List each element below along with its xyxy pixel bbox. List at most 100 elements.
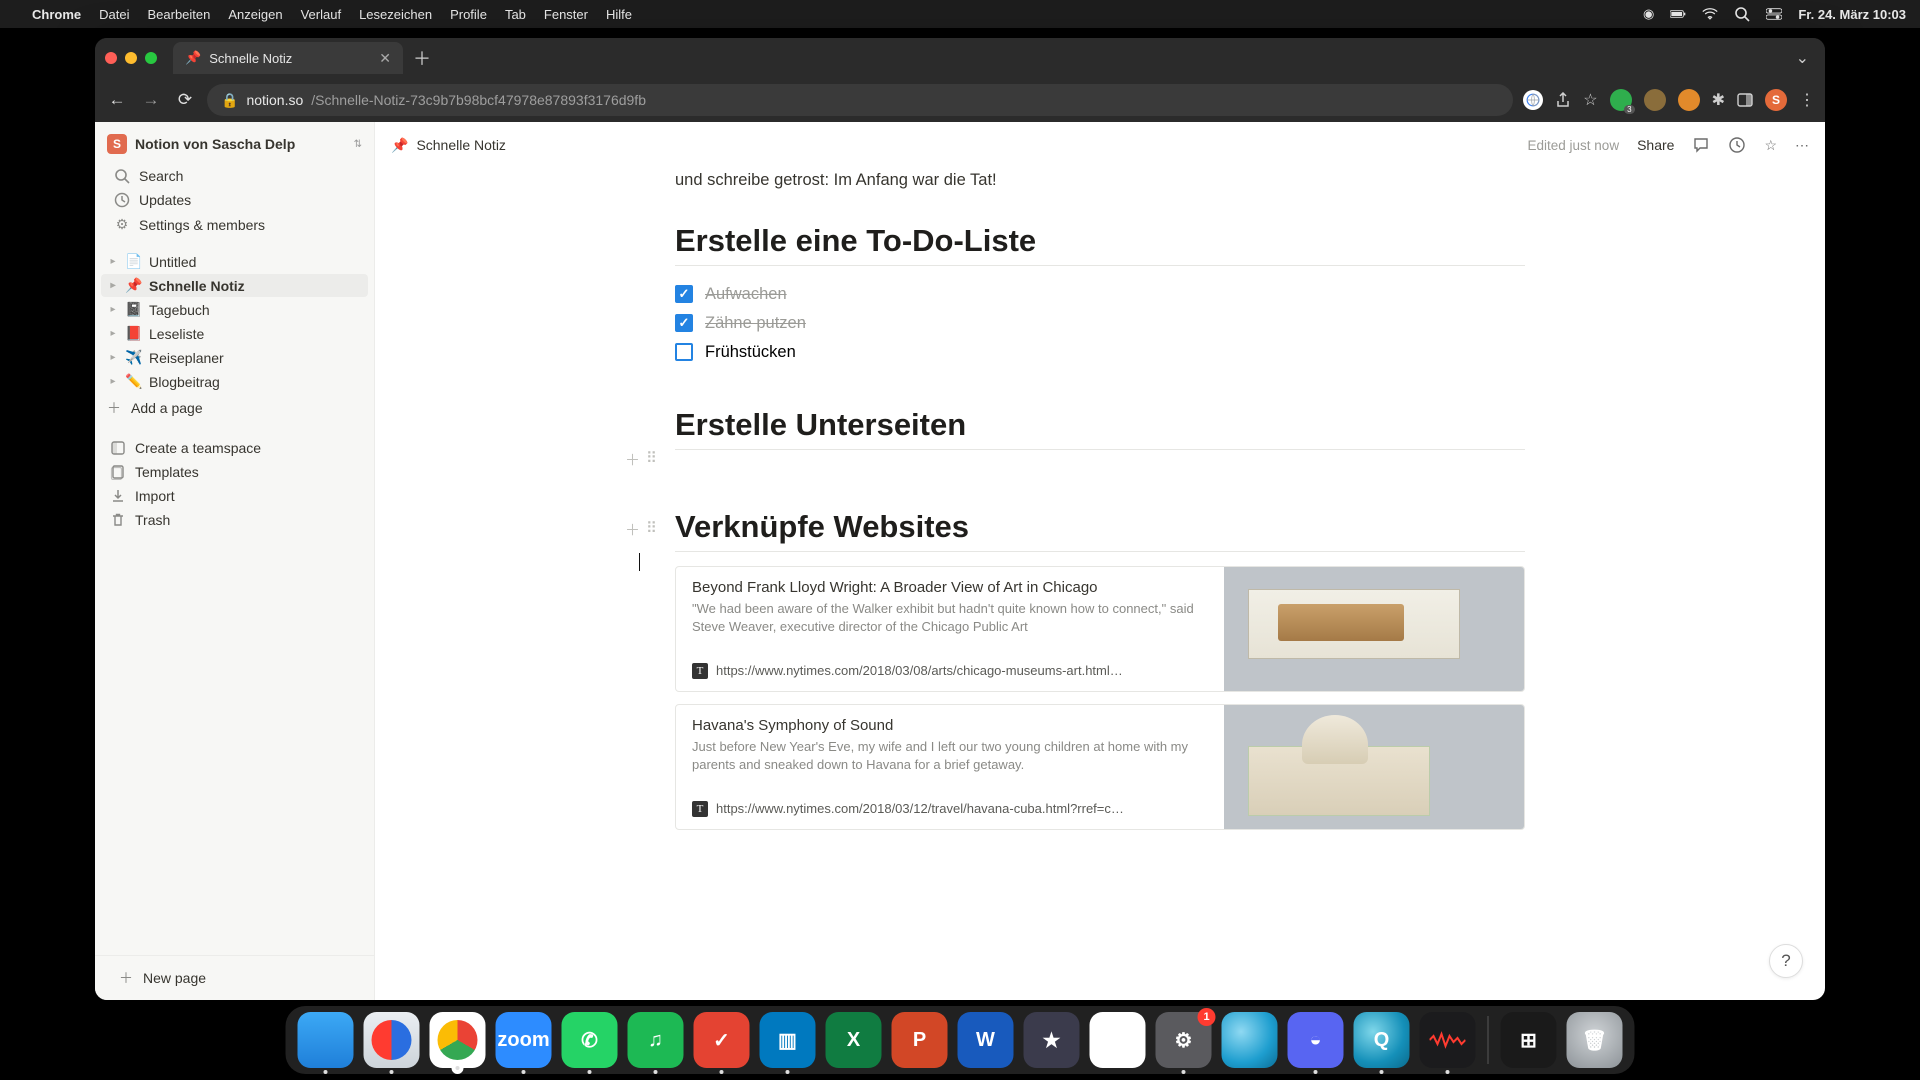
window-close-button[interactable] bbox=[105, 52, 117, 64]
dock-app-todoist[interactable]: ✓ bbox=[694, 1012, 750, 1068]
sidebar-page-untitled[interactable]: ▸ 📄 Untitled bbox=[101, 250, 368, 273]
dock-app-settings[interactable]: ⚙1 bbox=[1156, 1012, 1212, 1068]
dock-app-misc[interactable]: ⊞ bbox=[1501, 1012, 1557, 1068]
tab-close-button[interactable]: ✕ bbox=[379, 50, 391, 67]
web-bookmark[interactable]: Havana's Symphony of Sound Just before N… bbox=[675, 704, 1525, 830]
battery-icon[interactable] bbox=[1670, 6, 1686, 22]
todo-label[interactable]: Zähne putzen bbox=[705, 314, 806, 333]
notion-page-body[interactable]: und schreibe getrost: Im Anfang war die … bbox=[375, 168, 1825, 1000]
add-block-icon[interactable]: ＋ bbox=[625, 519, 640, 540]
add-block-icon[interactable]: ＋ bbox=[625, 449, 640, 470]
menu-profile[interactable]: Profile bbox=[450, 7, 487, 22]
menu-verlauf[interactable]: Verlauf bbox=[301, 7, 341, 22]
tab-overflow-button[interactable]: ⌄ bbox=[1796, 48, 1809, 68]
todo-item[interactable]: Zähne putzen bbox=[675, 309, 1525, 338]
heading-websites[interactable]: Verknüpfe Websites bbox=[675, 509, 1525, 545]
chevron-right-icon[interactable]: ▸ bbox=[107, 328, 119, 339]
sidebar-page-schnelle-notiz[interactable]: ▸ 📌 Schnelle Notiz bbox=[101, 274, 368, 297]
share-button[interactable]: Share bbox=[1637, 137, 1674, 153]
sidebar-page-blogbeitrag[interactable]: ▸ ✏️ Blogbeitrag bbox=[101, 370, 368, 393]
window-minimize-button[interactable] bbox=[125, 52, 137, 64]
drag-handle-icon[interactable]: ⠿ bbox=[646, 519, 657, 540]
dock-app-drive[interactable]: ▲ bbox=[1090, 1012, 1146, 1068]
dock-app-globe[interactable] bbox=[1222, 1012, 1278, 1068]
address-bar[interactable]: 🔒 notion.so /Schnelle-Notiz-73c9b7b98bcf… bbox=[207, 84, 1513, 116]
sidebar-page-leseliste[interactable]: ▸ 📕 Leseliste bbox=[101, 322, 368, 345]
sidebar-add-page[interactable]: ＋ Add a page bbox=[95, 394, 374, 422]
block-handle[interactable]: ＋ ⠿ bbox=[625, 449, 657, 470]
window-traffic-lights[interactable] bbox=[105, 52, 157, 64]
google-translate-icon[interactable] bbox=[1523, 90, 1543, 110]
paragraph-text[interactable]: und schreibe getrost: Im Anfang war die … bbox=[675, 168, 1525, 193]
menu-tab[interactable]: Tab bbox=[505, 7, 526, 22]
chevron-right-icon[interactable]: ▸ bbox=[107, 376, 119, 387]
todo-checkbox[interactable] bbox=[675, 343, 693, 361]
dock-app-imovie[interactable]: ★ bbox=[1024, 1012, 1080, 1068]
dock-app-discord[interactable]: ◒ bbox=[1288, 1012, 1344, 1068]
profile-avatar-button[interactable]: S bbox=[1765, 89, 1787, 111]
menu-bearbeiten[interactable]: Bearbeiten bbox=[147, 7, 210, 22]
todo-checkbox[interactable] bbox=[675, 285, 693, 303]
workspace-switcher[interactable]: S Notion von Sascha Delp ⇅ bbox=[95, 122, 374, 162]
block-handle[interactable]: ＋ ⠿ bbox=[625, 519, 657, 540]
sidebar-updates[interactable]: Updates bbox=[99, 188, 370, 212]
sidebar-search[interactable]: Search bbox=[99, 164, 370, 188]
chevron-right-icon[interactable]: ▸ bbox=[107, 304, 119, 315]
heading-todo[interactable]: Erstelle eine To-Do-Liste bbox=[675, 223, 1525, 259]
record-icon[interactable]: ◉ bbox=[1643, 6, 1654, 22]
sidebar-import[interactable]: Import bbox=[95, 484, 374, 508]
updates-clock-icon[interactable] bbox=[1728, 136, 1746, 154]
menubar-app-name[interactable]: Chrome bbox=[32, 7, 81, 22]
forward-button[interactable]: → bbox=[139, 90, 163, 110]
web-bookmark[interactable]: Beyond Frank Lloyd Wright: A Broader Vie… bbox=[675, 566, 1525, 692]
todo-item[interactable]: Aufwachen bbox=[675, 280, 1525, 309]
comments-icon[interactable] bbox=[1692, 136, 1710, 154]
extension-adguard-icon[interactable] bbox=[1610, 89, 1632, 111]
menu-fenster[interactable]: Fenster bbox=[544, 7, 588, 22]
menubar-clock[interactable]: Fr. 24. März 10:03 bbox=[1798, 7, 1906, 22]
dock-app-quicktime[interactable]: Q bbox=[1354, 1012, 1410, 1068]
new-tab-button[interactable]: ＋ bbox=[413, 45, 431, 71]
dock-app-zoom[interactable]: zoom bbox=[496, 1012, 552, 1068]
dock-app-safari[interactable] bbox=[364, 1012, 420, 1068]
heading-subpages[interactable]: Erstelle Unterseiten bbox=[675, 407, 1525, 443]
window-maximize-button[interactable] bbox=[145, 52, 157, 64]
extensions-puzzle-icon[interactable]: ✱ bbox=[1712, 90, 1725, 110]
extension-brown-icon[interactable] bbox=[1644, 89, 1666, 111]
dock-app-finder[interactable] bbox=[298, 1012, 354, 1068]
chevron-right-icon[interactable]: ▸ bbox=[107, 352, 119, 363]
dock-app-trello[interactable]: ▥ bbox=[760, 1012, 816, 1068]
menu-anzeigen[interactable]: Anzeigen bbox=[228, 7, 282, 22]
reload-button[interactable]: ⟳ bbox=[173, 90, 197, 110]
menu-lesezeichen[interactable]: Lesezeichen bbox=[359, 7, 432, 22]
side-panel-icon[interactable] bbox=[1737, 92, 1753, 108]
bookmark-star-icon[interactable]: ☆ bbox=[1583, 90, 1597, 110]
help-button[interactable]: ? bbox=[1769, 944, 1803, 978]
sidebar-trash[interactable]: Trash bbox=[95, 508, 374, 532]
menu-datei[interactable]: Datei bbox=[99, 7, 129, 22]
extension-orange-icon[interactable] bbox=[1678, 89, 1700, 111]
page-menu-icon[interactable]: ⋯ bbox=[1795, 137, 1809, 154]
browser-tab-active[interactable]: 📌 Schnelle Notiz ✕ bbox=[173, 42, 403, 74]
favorite-star-icon[interactable]: ☆ bbox=[1764, 137, 1777, 154]
chevron-right-icon[interactable]: ▸ bbox=[107, 256, 119, 267]
dock-app-excel[interactable]: X bbox=[826, 1012, 882, 1068]
chrome-menu-button[interactable]: ⋮ bbox=[1799, 90, 1815, 110]
sidebar-templates[interactable]: Templates bbox=[95, 460, 374, 484]
dock-app-whatsapp[interactable]: ✆ bbox=[562, 1012, 618, 1068]
dock-app-spotify[interactable]: ♫ bbox=[628, 1012, 684, 1068]
todo-label[interactable]: Frühstücken bbox=[705, 343, 796, 362]
dock-app-word[interactable]: W bbox=[958, 1012, 1014, 1068]
drag-handle-icon[interactable]: ⠿ bbox=[646, 449, 657, 470]
sidebar-page-reiseplaner[interactable]: ▸ ✈️ Reiseplaner bbox=[101, 346, 368, 369]
dock-app-voicememos[interactable] bbox=[1420, 1012, 1476, 1068]
dock-trash[interactable]: 🗑 bbox=[1567, 1012, 1623, 1068]
share-icon[interactable] bbox=[1555, 92, 1571, 108]
back-button[interactable]: ← bbox=[105, 90, 129, 110]
todo-item[interactable]: Frühstücken bbox=[675, 338, 1525, 367]
breadcrumb[interactable]: 📌 Schnelle Notiz bbox=[391, 137, 506, 154]
dock-app-chrome[interactable] bbox=[430, 1012, 486, 1068]
sidebar-settings[interactable]: ⚙ Settings & members bbox=[99, 212, 370, 237]
sidebar-page-tagebuch[interactable]: ▸ 📓 Tagebuch bbox=[101, 298, 368, 321]
menu-hilfe[interactable]: Hilfe bbox=[606, 7, 632, 22]
